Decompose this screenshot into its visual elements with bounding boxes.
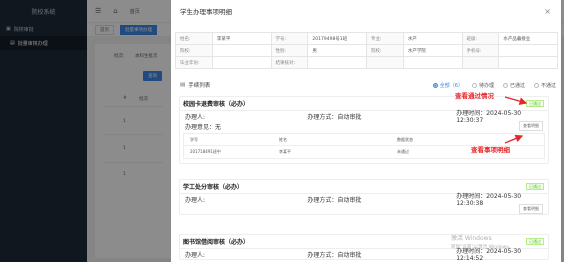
windows-watermark: 激活 Windows 转到“设置”以激活 Windows。 xyxy=(451,234,513,252)
watermark-line2: 转到“设置”以激活 Windows。 xyxy=(451,245,514,250)
annotation-arrows xyxy=(504,96,528,144)
arrow-to-detail-button xyxy=(504,134,524,144)
arrow-to-badge xyxy=(504,96,528,105)
watermark-line1: 激活 Windows xyxy=(451,235,492,242)
